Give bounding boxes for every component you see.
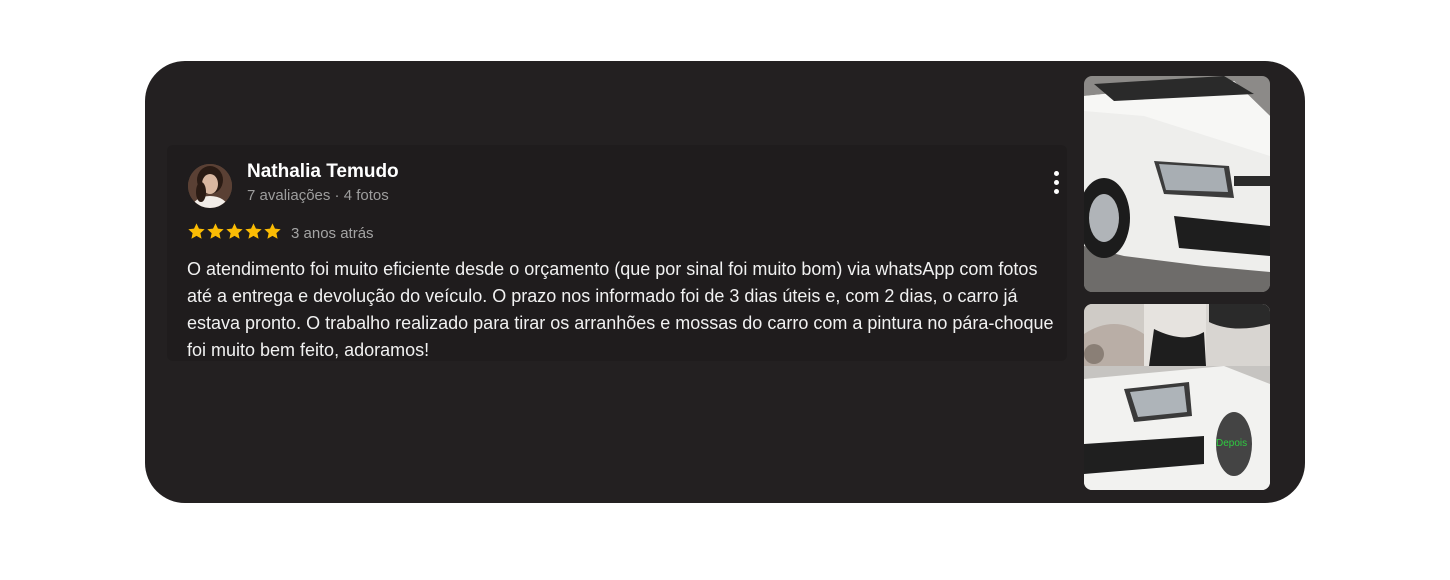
review-time: 3 anos atrás (291, 225, 374, 242)
star-icon (188, 223, 205, 239)
photo-overlay-label: Depois (1216, 438, 1247, 449)
review-photo-2[interactable]: Depois (1084, 304, 1270, 490)
star-icon (207, 223, 224, 239)
star-rating (187, 222, 282, 244)
author-avatar[interactable] (188, 164, 232, 208)
review-photo-1[interactable] (1084, 76, 1270, 292)
review-card: Nathalia Temudo 7 avaliações · 4 fotos 3… (145, 61, 1305, 503)
author-name[interactable]: Nathalia Temudo (247, 161, 399, 183)
white-car-front-photo (1084, 76, 1270, 292)
review-content: Nathalia Temudo 7 avaliações · 4 fotos 3… (167, 145, 1067, 361)
review-text: O atendimento foi muito eficiente desde … (187, 259, 1054, 360)
star-icon (226, 223, 243, 239)
before-after-collage-photo: Depois (1084, 304, 1270, 490)
profile-photo-icon (188, 164, 232, 208)
author-meta: 7 avaliações · 4 fotos (247, 187, 389, 204)
star-icon (245, 223, 262, 239)
star-icon (264, 223, 281, 239)
more-vert-icon[interactable] (1049, 169, 1063, 197)
